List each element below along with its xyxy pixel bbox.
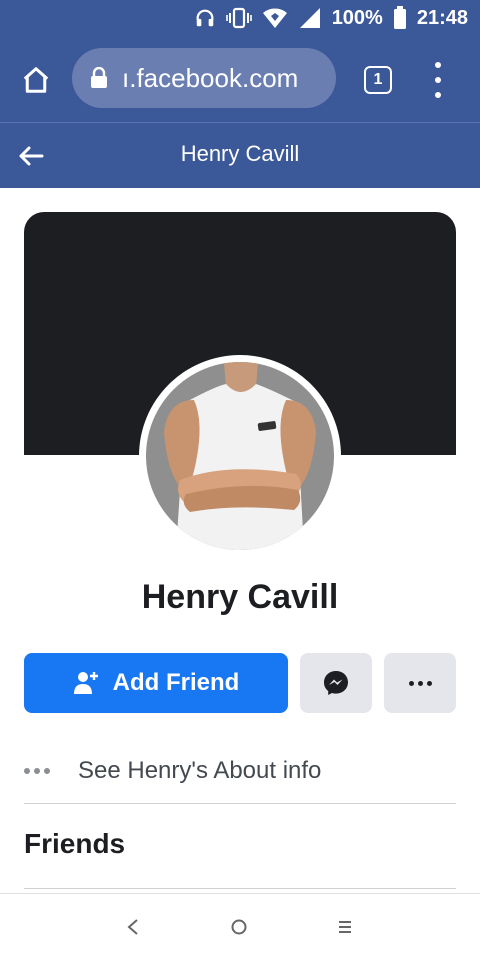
home-button[interactable]: [16, 60, 56, 100]
add-friend-icon: [73, 672, 98, 694]
add-friend-button[interactable]: Add Friend: [24, 653, 288, 713]
back-nav-icon[interactable]: [118, 914, 148, 940]
about-info-link[interactable]: See Henry's About info: [24, 740, 456, 802]
overflow-menu-icon[interactable]: [428, 62, 448, 98]
profile-picture[interactable]: [139, 355, 341, 557]
header-title: Henry Cavill: [180, 141, 300, 166]
system-navigation-bar: [0, 893, 480, 960]
profile-header: Henry Cavill: [0, 122, 480, 188]
divider: [24, 803, 456, 804]
more-options-button[interactable]: [384, 653, 456, 713]
url-text: ı.facebook.com: [122, 62, 299, 93]
battery-icon: [393, 6, 406, 29]
more-dots-icon: [24, 768, 52, 774]
signal-icon: [299, 8, 320, 28]
address-bar[interactable]: ı.facebook.com: [72, 48, 336, 108]
add-friend-label: Add Friend: [112, 669, 240, 696]
battery-percent: 100%: [331, 6, 383, 29]
messenger-icon: [324, 671, 348, 695]
home-nav-icon[interactable]: [224, 914, 254, 940]
tab-count: 1: [373, 71, 383, 88]
vibrate-icon: [225, 7, 252, 29]
friends-section-title: Friends: [24, 828, 126, 859]
browser-toolbar: ı.facebook.com 1: [0, 36, 480, 122]
message-button[interactable]: [300, 653, 372, 713]
status-bar: 100% 21:48: [0, 0, 480, 36]
home-icon: [23, 67, 49, 93]
clock: 21:48: [416, 6, 468, 29]
recents-nav-icon[interactable]: [330, 914, 360, 940]
profile-photo-image: [146, 362, 334, 550]
profile-name: Henry Cavill: [141, 578, 339, 616]
tabs-button[interactable]: 1: [364, 66, 392, 94]
data-saver-icon: [262, 8, 287, 28]
about-info-label: See Henry's About info: [78, 757, 322, 784]
headphones-icon: [196, 9, 214, 27]
divider: [24, 888, 456, 889]
lock-icon: [90, 67, 108, 89]
